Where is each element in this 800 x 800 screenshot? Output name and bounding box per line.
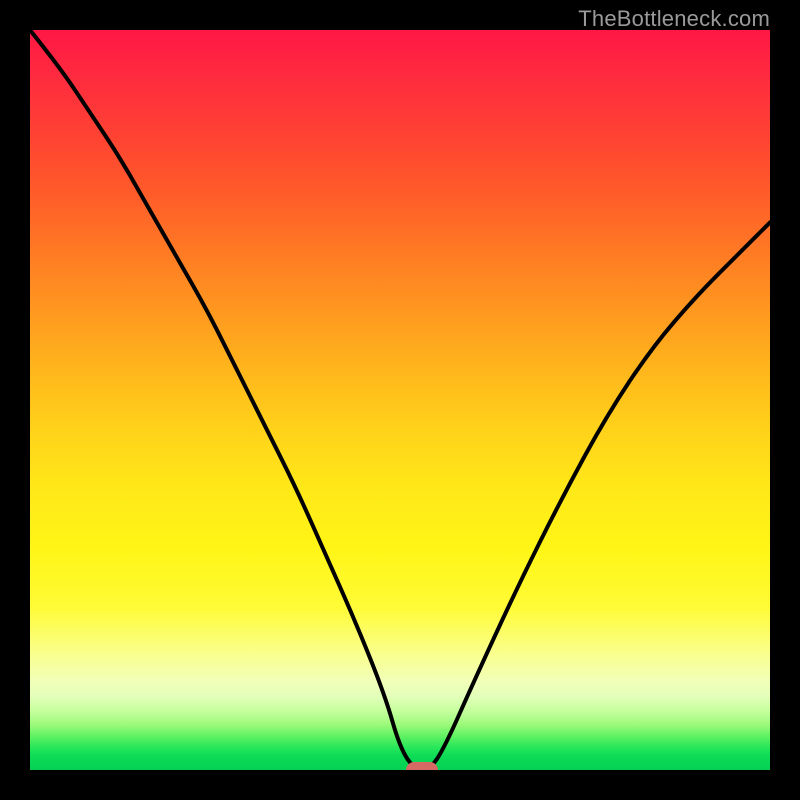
plot-area — [30, 30, 770, 770]
bottleneck-curve — [30, 30, 770, 770]
chart-frame: TheBottleneck.com — [0, 0, 800, 800]
watermark-text: TheBottleneck.com — [578, 6, 770, 32]
curve-layer — [30, 30, 770, 770]
optimum-marker — [406, 762, 438, 770]
